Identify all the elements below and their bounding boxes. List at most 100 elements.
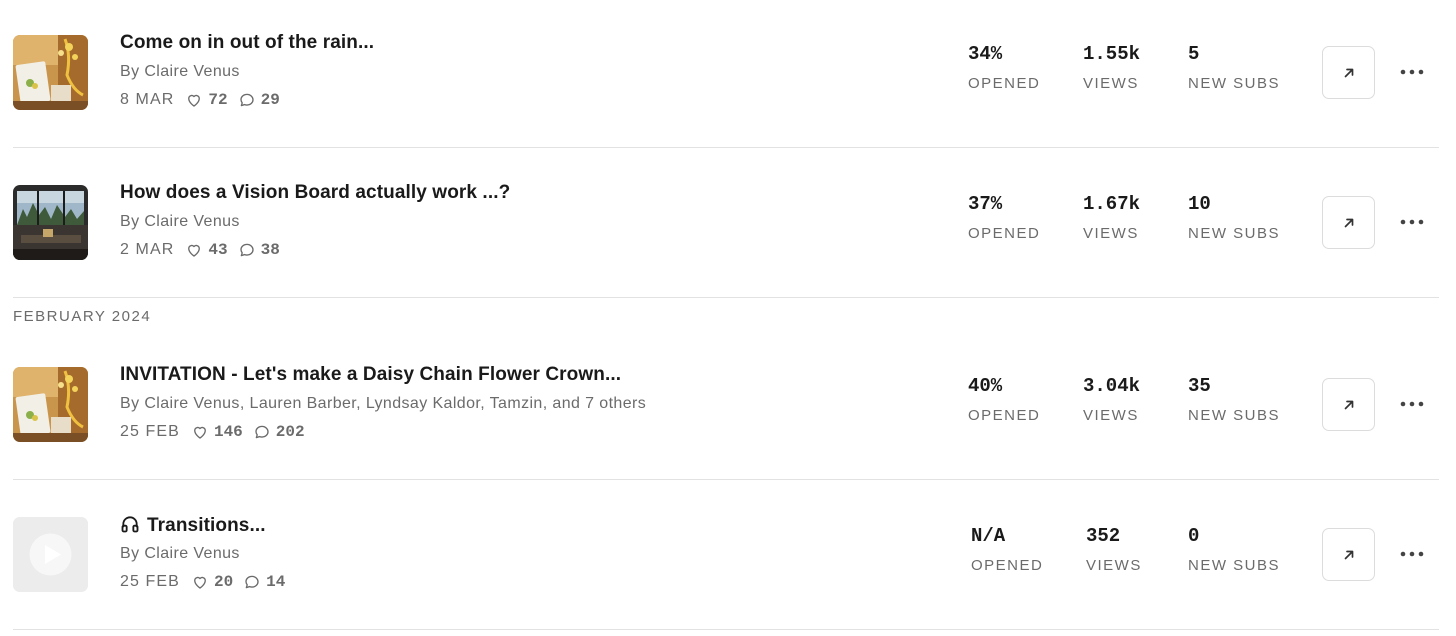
opened-value: N/A <box>971 525 1006 547</box>
opened-label: OPENED <box>968 407 1041 424</box>
open-post-button[interactable] <box>1322 196 1375 249</box>
comment-icon <box>245 575 259 589</box>
row-divider <box>13 629 1439 630</box>
like-count: 43 <box>208 241 228 259</box>
arrow-up-right-icon <box>1344 400 1353 409</box>
comment-count: 29 <box>260 91 280 109</box>
more-options-button[interactable] <box>1398 542 1426 566</box>
comment-count: 202 <box>275 423 305 441</box>
views-label: VIEWS <box>1083 75 1139 92</box>
comment-icon <box>239 93 254 107</box>
subs-label: NEW SUBS <box>1188 75 1281 92</box>
opened-stat: 37% OPENED <box>968 193 1040 242</box>
open-post-button[interactable] <box>1322 46 1375 99</box>
post-meta: 25 FEB 146 202 <box>120 423 315 441</box>
subs-label: NEW SUBS <box>1188 225 1281 242</box>
post-authors: By Claire Venus <box>120 63 240 80</box>
heart-icon <box>188 244 201 257</box>
views-stat: 1.67k VIEWS <box>1083 193 1140 242</box>
post-row[interactable]: How does a Vision Board actually work ..… <box>13 150 1439 300</box>
views-label: VIEWS <box>1083 225 1139 242</box>
post-title[interactable]: How does a Vision Board actually work ..… <box>120 182 510 204</box>
subs-value: 0 <box>1188 525 1200 547</box>
play-icon <box>13 517 88 592</box>
more-options-button[interactable] <box>1398 392 1426 416</box>
post-thumbnail[interactable] <box>13 517 88 592</box>
post-row[interactable]: Transitions... By Claire Venus 25 FEB 20… <box>13 482 1439 632</box>
post-thumbnail[interactable] <box>13 35 88 110</box>
post-thumbnail[interactable] <box>13 367 88 442</box>
ellipsis-icon <box>1400 401 1424 407</box>
opened-stat: 40% OPENED <box>968 375 1040 424</box>
open-post-button[interactable] <box>1322 378 1375 431</box>
heart-icon <box>194 576 206 589</box>
post-date: 8 MAR <box>120 91 175 108</box>
opened-value: 34% <box>968 43 1003 65</box>
opened-value: 37% <box>968 193 1003 215</box>
like-count: 20 <box>213 573 234 591</box>
opened-stat: N/A OPENED <box>971 525 1043 574</box>
more-options-button[interactable] <box>1398 210 1426 234</box>
post-date: 25 FEB <box>120 573 180 590</box>
views-value: 352 <box>1086 525 1121 547</box>
post-title[interactable]: Come on in out of the rain... <box>120 32 374 54</box>
like-count: 72 <box>208 91 228 109</box>
open-post-button[interactable] <box>1322 528 1375 581</box>
subs-value: 10 <box>1188 193 1211 215</box>
post-row[interactable]: Come on in out of the rain... By Claire … <box>13 0 1439 150</box>
post-date: 2 MAR <box>120 241 175 258</box>
opened-label: OPENED <box>968 75 1041 92</box>
heart-icon <box>194 426 206 439</box>
post-date: 25 FEB <box>120 423 180 440</box>
row-divider <box>13 147 1439 148</box>
opened-value: 40% <box>968 375 1003 397</box>
views-value: 1.55k <box>1083 43 1141 65</box>
opened-stat: 34% OPENED <box>968 43 1040 92</box>
ellipsis-icon <box>1400 69 1424 75</box>
row-divider <box>13 297 1439 298</box>
like-count: 146 <box>213 423 243 441</box>
subs-value: 5 <box>1188 43 1200 65</box>
comment-icon <box>239 243 254 257</box>
post-meta: 2 MAR 43 38 <box>120 241 290 259</box>
more-options-button[interactable] <box>1398 60 1426 84</box>
opened-label: OPENED <box>971 557 1044 574</box>
section-label: FEBRUARY 2024 <box>13 308 152 325</box>
row-divider <box>13 479 1439 480</box>
comment-count: 38 <box>260 241 280 259</box>
post-authors: By Claire Venus <box>120 213 240 230</box>
arrow-up-right-icon <box>1344 550 1353 559</box>
post-authors: By Claire Venus <box>120 545 240 562</box>
ellipsis-icon <box>1400 551 1424 557</box>
post-meta: 25 FEB 20 14 <box>120 573 295 591</box>
post-authors: By Claire Venus, Lauren Barber, Lyndsay … <box>120 395 647 412</box>
headphones-icon <box>121 516 139 533</box>
subs-value: 35 <box>1188 375 1211 397</box>
views-stat: 1.55k VIEWS <box>1083 43 1140 92</box>
subs-stat: 35 NEW SUBS <box>1188 375 1280 424</box>
views-value: 3.04k <box>1083 375 1141 397</box>
views-label: VIEWS <box>1086 557 1142 574</box>
kitchen-flowers-image <box>13 35 88 110</box>
kitchen-flowers-image <box>13 367 88 442</box>
post-title[interactable]: Transitions... <box>120 514 266 537</box>
subs-label: NEW SUBS <box>1188 557 1281 574</box>
arrow-up-right-icon <box>1344 218 1353 227</box>
arrow-up-right-icon <box>1344 68 1353 77</box>
views-label: VIEWS <box>1083 407 1139 424</box>
heart-icon <box>188 94 201 107</box>
views-value: 1.67k <box>1083 193 1141 215</box>
comment-icon <box>255 425 269 439</box>
subs-stat: 0 NEW SUBS <box>1188 525 1280 574</box>
views-stat: 352 VIEWS <box>1086 525 1142 574</box>
subs-label: NEW SUBS <box>1188 407 1281 424</box>
post-title[interactable]: INVITATION - Let's make a Daisy Chain Fl… <box>120 364 621 386</box>
subs-stat: 5 NEW SUBS <box>1188 43 1280 92</box>
views-stat: 3.04k VIEWS <box>1083 375 1140 424</box>
subs-stat: 10 NEW SUBS <box>1188 193 1280 242</box>
post-meta: 8 MAR 72 29 <box>120 91 290 109</box>
window-view-image <box>13 185 88 260</box>
opened-label: OPENED <box>968 225 1041 242</box>
post-row[interactable]: INVITATION - Let's make a Daisy Chain Fl… <box>13 332 1439 482</box>
post-thumbnail[interactable] <box>13 185 88 260</box>
